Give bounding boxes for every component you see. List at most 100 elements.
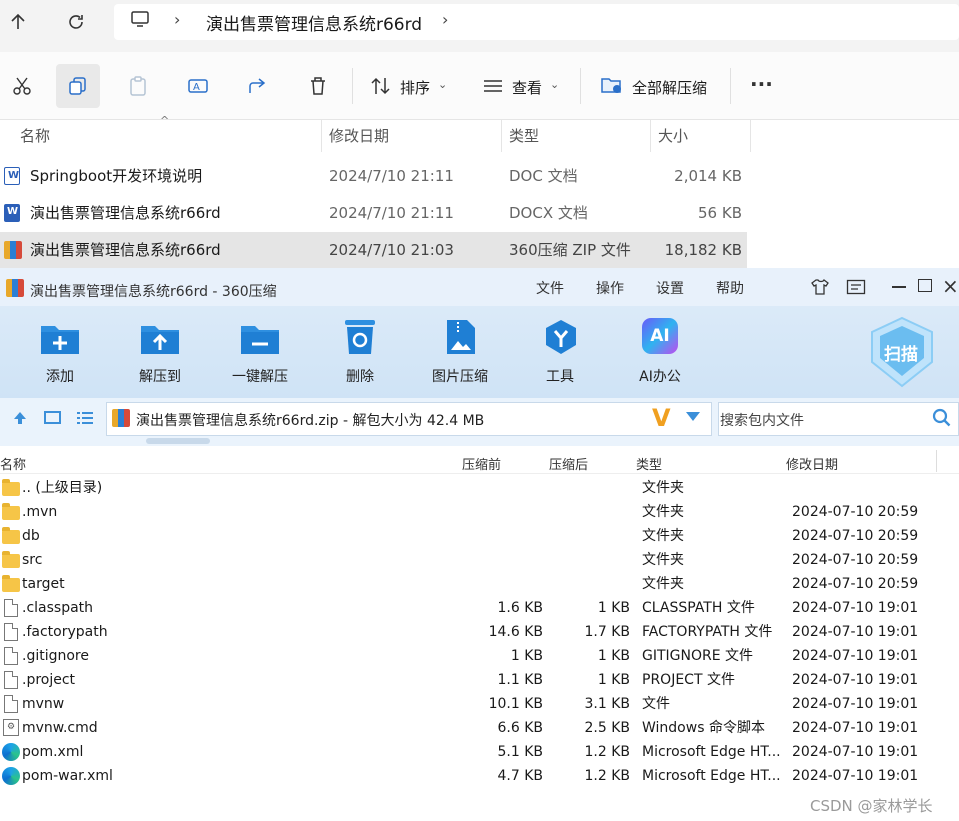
rename-icon[interactable]: A [176,64,220,108]
archive-item-size-before: 10.1 KB [488,696,543,712]
thumbnail-view-icon[interactable] [44,411,61,424]
archive-row[interactable]: .classpath 1.6 KB 1 KB CLASSPATH 文件 2024-07-… [0,596,959,620]
archive-row[interactable]: ⚙ mvnw.cmd 6.6 KB 2.5 KB Windows 命令脚本 2024-07… [0,716,959,740]
archive-row[interactable]: target 文件夹 2024-07-10 20:59 [0,572,959,596]
column-divider[interactable] [750,120,751,152]
column-header-modified[interactable]: 修改日期 [329,120,389,152]
archive-item-size-before: 14.6 KB [488,624,543,640]
script-file-icon: ⚙ [3,719,19,736]
dropdown-arrow-icon[interactable] [686,412,700,421]
archive-row[interactable]: .. (上级目录) 文件夹 [0,476,959,500]
archive-item-size-before: 4.7 KB [497,768,544,784]
file-row[interactable]: W Springboot开发环境说明 2024/7/10 21:11 DOC 文… [0,158,747,194]
archive-row[interactable]: pom-war.xml 4.7 KB 1.2 KB Microsoft Edge HT… [0,764,959,788]
list-view-icon[interactable] [76,410,94,430]
refresh-icon[interactable] [58,4,94,40]
archive-row[interactable]: src 文件夹 2024-07-10 20:59 [0,548,959,572]
menu-operation[interactable]: 操作 [596,278,624,298]
archive-row[interactable]: pom.xml 5.1 KB 1.2 KB Microsoft Edge HT... 2… [0,740,959,764]
archive-item-size-after: 3.1 KB [584,696,631,712]
extract-all-button[interactable]: 全部解压缩 [632,77,707,98]
breadcrumb[interactable]: 演出售票管理信息系统r66rd [206,10,422,35]
horizontal-scrollbar[interactable] [146,438,210,444]
toolbar-divider [730,68,731,104]
archive-item-size-before: 1.6 KB [497,600,544,616]
extract-to-icon[interactable] [139,320,181,360]
file-name: Springboot开发环境说明 [30,167,203,185]
vip-v-icon[interactable]: V [652,404,671,432]
edge-browser-icon [2,743,20,761]
column-divider[interactable] [501,120,502,152]
one-click-extract-icon[interactable] [239,320,281,360]
maximize-icon[interactable] [918,279,932,292]
column-divider[interactable] [321,120,322,152]
menu-help[interactable]: 帮助 [716,278,744,298]
recycle-bin-icon[interactable] [343,318,377,360]
copy-icon[interactable] [56,64,100,108]
archive-item-name: pom-war.xml [22,768,113,784]
archive-item-type: FACTORYPATH 文件 [642,624,773,640]
delete-icon[interactable] [296,64,340,108]
column-header-size[interactable]: 大小 [658,120,688,152]
column-header-after[interactable]: 压缩后 [549,454,588,473]
image-compress-button[interactable]: 图片压缩 [415,366,505,386]
menu-settings[interactable]: 设置 [656,278,684,298]
column-header-type[interactable]: 类型 [509,120,539,152]
archive-item-name: target [22,576,65,592]
search-placeholder[interactable]: 搜索包内文件 [720,410,804,430]
search-icon[interactable] [932,408,952,432]
column-divider[interactable] [936,450,937,472]
column-header-type[interactable]: 类型 [636,454,662,473]
tools-icon[interactable] [542,318,580,360]
view-icon[interactable] [482,78,504,98]
file-row[interactable]: W 演出售票管理信息系统r66rd 2024/7/10 21:11 DOCX 文… [0,195,747,231]
view-button[interactable]: 查看 [512,77,542,98]
up-arrow-icon[interactable] [0,4,36,40]
one-click-extract-button[interactable]: 一键解压 [215,366,305,386]
minimize-icon[interactable] [892,286,906,288]
this-pc-icon[interactable] [130,10,150,32]
chevron-down-icon[interactable]: ⌄ [438,78,447,91]
up-level-icon[interactable] [12,410,28,430]
word-doc-icon: W [4,167,20,185]
add-icon[interactable] [39,320,81,360]
ai-office-button[interactable]: AI办公 [615,366,705,386]
chevron-right-icon[interactable]: › [442,10,448,29]
share-icon[interactable] [236,64,280,108]
paste-icon[interactable] [116,64,160,108]
chevron-down-icon[interactable]: ⌄ [550,78,559,91]
tools-button[interactable]: 工具 [515,366,605,386]
file-row-selected[interactable]: 演出售票管理信息系统r66rd 2024/7/10 21:03 360压缩 ZI… [0,232,747,268]
file-name: 演出售票管理信息系统r66rd [30,204,221,222]
archive-row[interactable]: mvnw 10.1 KB 3.1 KB 文件 2024-07-10 19:01 [0,692,959,716]
scan-label[interactable]: 扫描 [884,340,918,365]
archive-row[interactable]: .gitignore 1 KB 1 KB GITIGNORE 文件 2024-07-10… [0,644,959,668]
close-icon[interactable]: × [942,274,959,298]
extract-to-button[interactable]: 解压到 [115,366,205,386]
column-header-name[interactable]: 名称 [20,120,50,152]
archive-row[interactable]: db 文件夹 2024-07-10 20:59 [0,524,959,548]
column-header-modified[interactable]: 修改日期 [786,454,838,473]
column-divider[interactable] [650,120,651,152]
skin-shirt-icon[interactable] [810,278,830,300]
more-options-button[interactable]: ··· [750,72,773,96]
delete-button[interactable]: 删除 [315,366,405,386]
archive-item-name: pom.xml [22,744,84,760]
extract-folder-icon[interactable] [600,74,624,100]
archive-row[interactable]: .project 1.1 KB 1 KB PROJECT 文件 2024-07-10 1… [0,668,959,692]
column-header-before[interactable]: 压缩前 [462,454,501,473]
archive-row[interactable]: .mvn 文件夹 2024-07-10 20:59 [0,500,959,524]
archive-item-name: mvnw [22,696,65,712]
archive-row[interactable]: .factorypath 14.6 KB 1.7 KB FACTORYPATH 文件 2… [0,620,959,644]
cut-icon[interactable] [0,64,44,108]
ai-office-icon[interactable]: AI [642,318,678,354]
archive-item-modified: 2024-07-10 19:01 [792,744,919,760]
menu-file[interactable]: 文件 [536,278,564,298]
image-compress-icon[interactable] [445,318,477,360]
message-icon[interactable] [846,279,866,299]
archive-item-type: 文件夹 [642,528,684,544]
add-button[interactable]: 添加 [15,366,105,386]
column-header-name[interactable]: 名称 [0,454,26,473]
sort-button[interactable]: 排序 [400,77,430,98]
sort-icon[interactable] [370,76,392,100]
